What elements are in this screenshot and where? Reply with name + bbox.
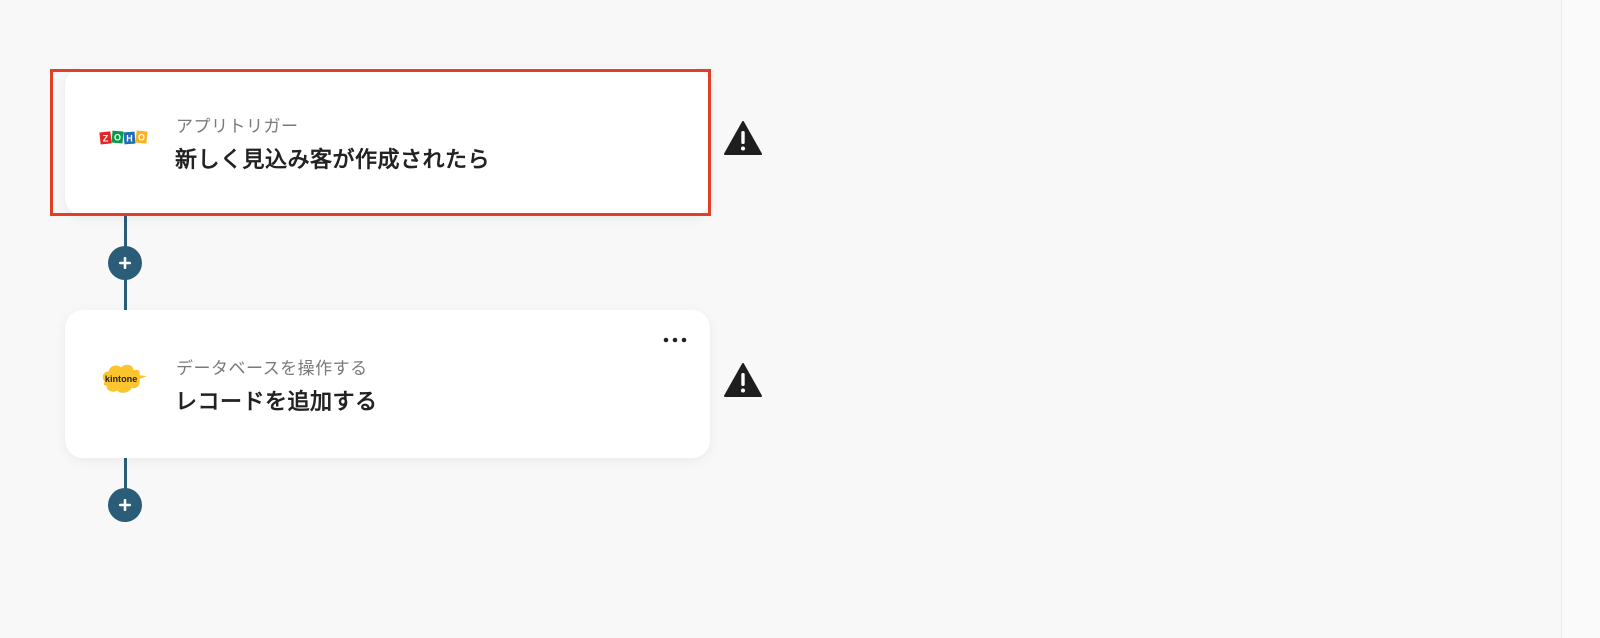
warning-triangle-icon[interactable] bbox=[723, 120, 763, 156]
kintone-logo: kintone bbox=[99, 360, 149, 400]
step-subtitle: アプリトリガー bbox=[176, 117, 299, 137]
step-card-trigger[interactable]: Z O H O アプリトリガー 新しく見込み客が作成されたら bbox=[65, 68, 710, 216]
plus-icon bbox=[119, 499, 131, 511]
zoho-logo-letter: H bbox=[126, 134, 133, 144]
zoho-logo-letter: O bbox=[138, 133, 145, 143]
vertical-scrollbar[interactable] bbox=[1561, 0, 1600, 638]
more-options-button[interactable] bbox=[662, 332, 688, 348]
zoho-logo-letter: O bbox=[114, 133, 121, 143]
add-step-button[interactable] bbox=[108, 246, 142, 280]
add-step-button[interactable] bbox=[108, 488, 142, 522]
step-title: 新しく見込み客が作成されたら bbox=[175, 148, 491, 173]
step-subtitle: データベースを操作する bbox=[176, 359, 368, 379]
warning-triangle-icon[interactable] bbox=[723, 362, 763, 398]
step-title: レコードを追加する bbox=[175, 390, 378, 415]
zoho-logo: Z O H O bbox=[99, 118, 149, 158]
step-card-action[interactable]: kintone データベースを操作する レコードを追加する bbox=[65, 310, 710, 458]
kintone-logo-text: kintone bbox=[105, 374, 137, 384]
plus-icon bbox=[119, 257, 131, 269]
more-horizontal-icon bbox=[663, 337, 687, 343]
zoho-logo-letter: Z bbox=[103, 134, 109, 144]
